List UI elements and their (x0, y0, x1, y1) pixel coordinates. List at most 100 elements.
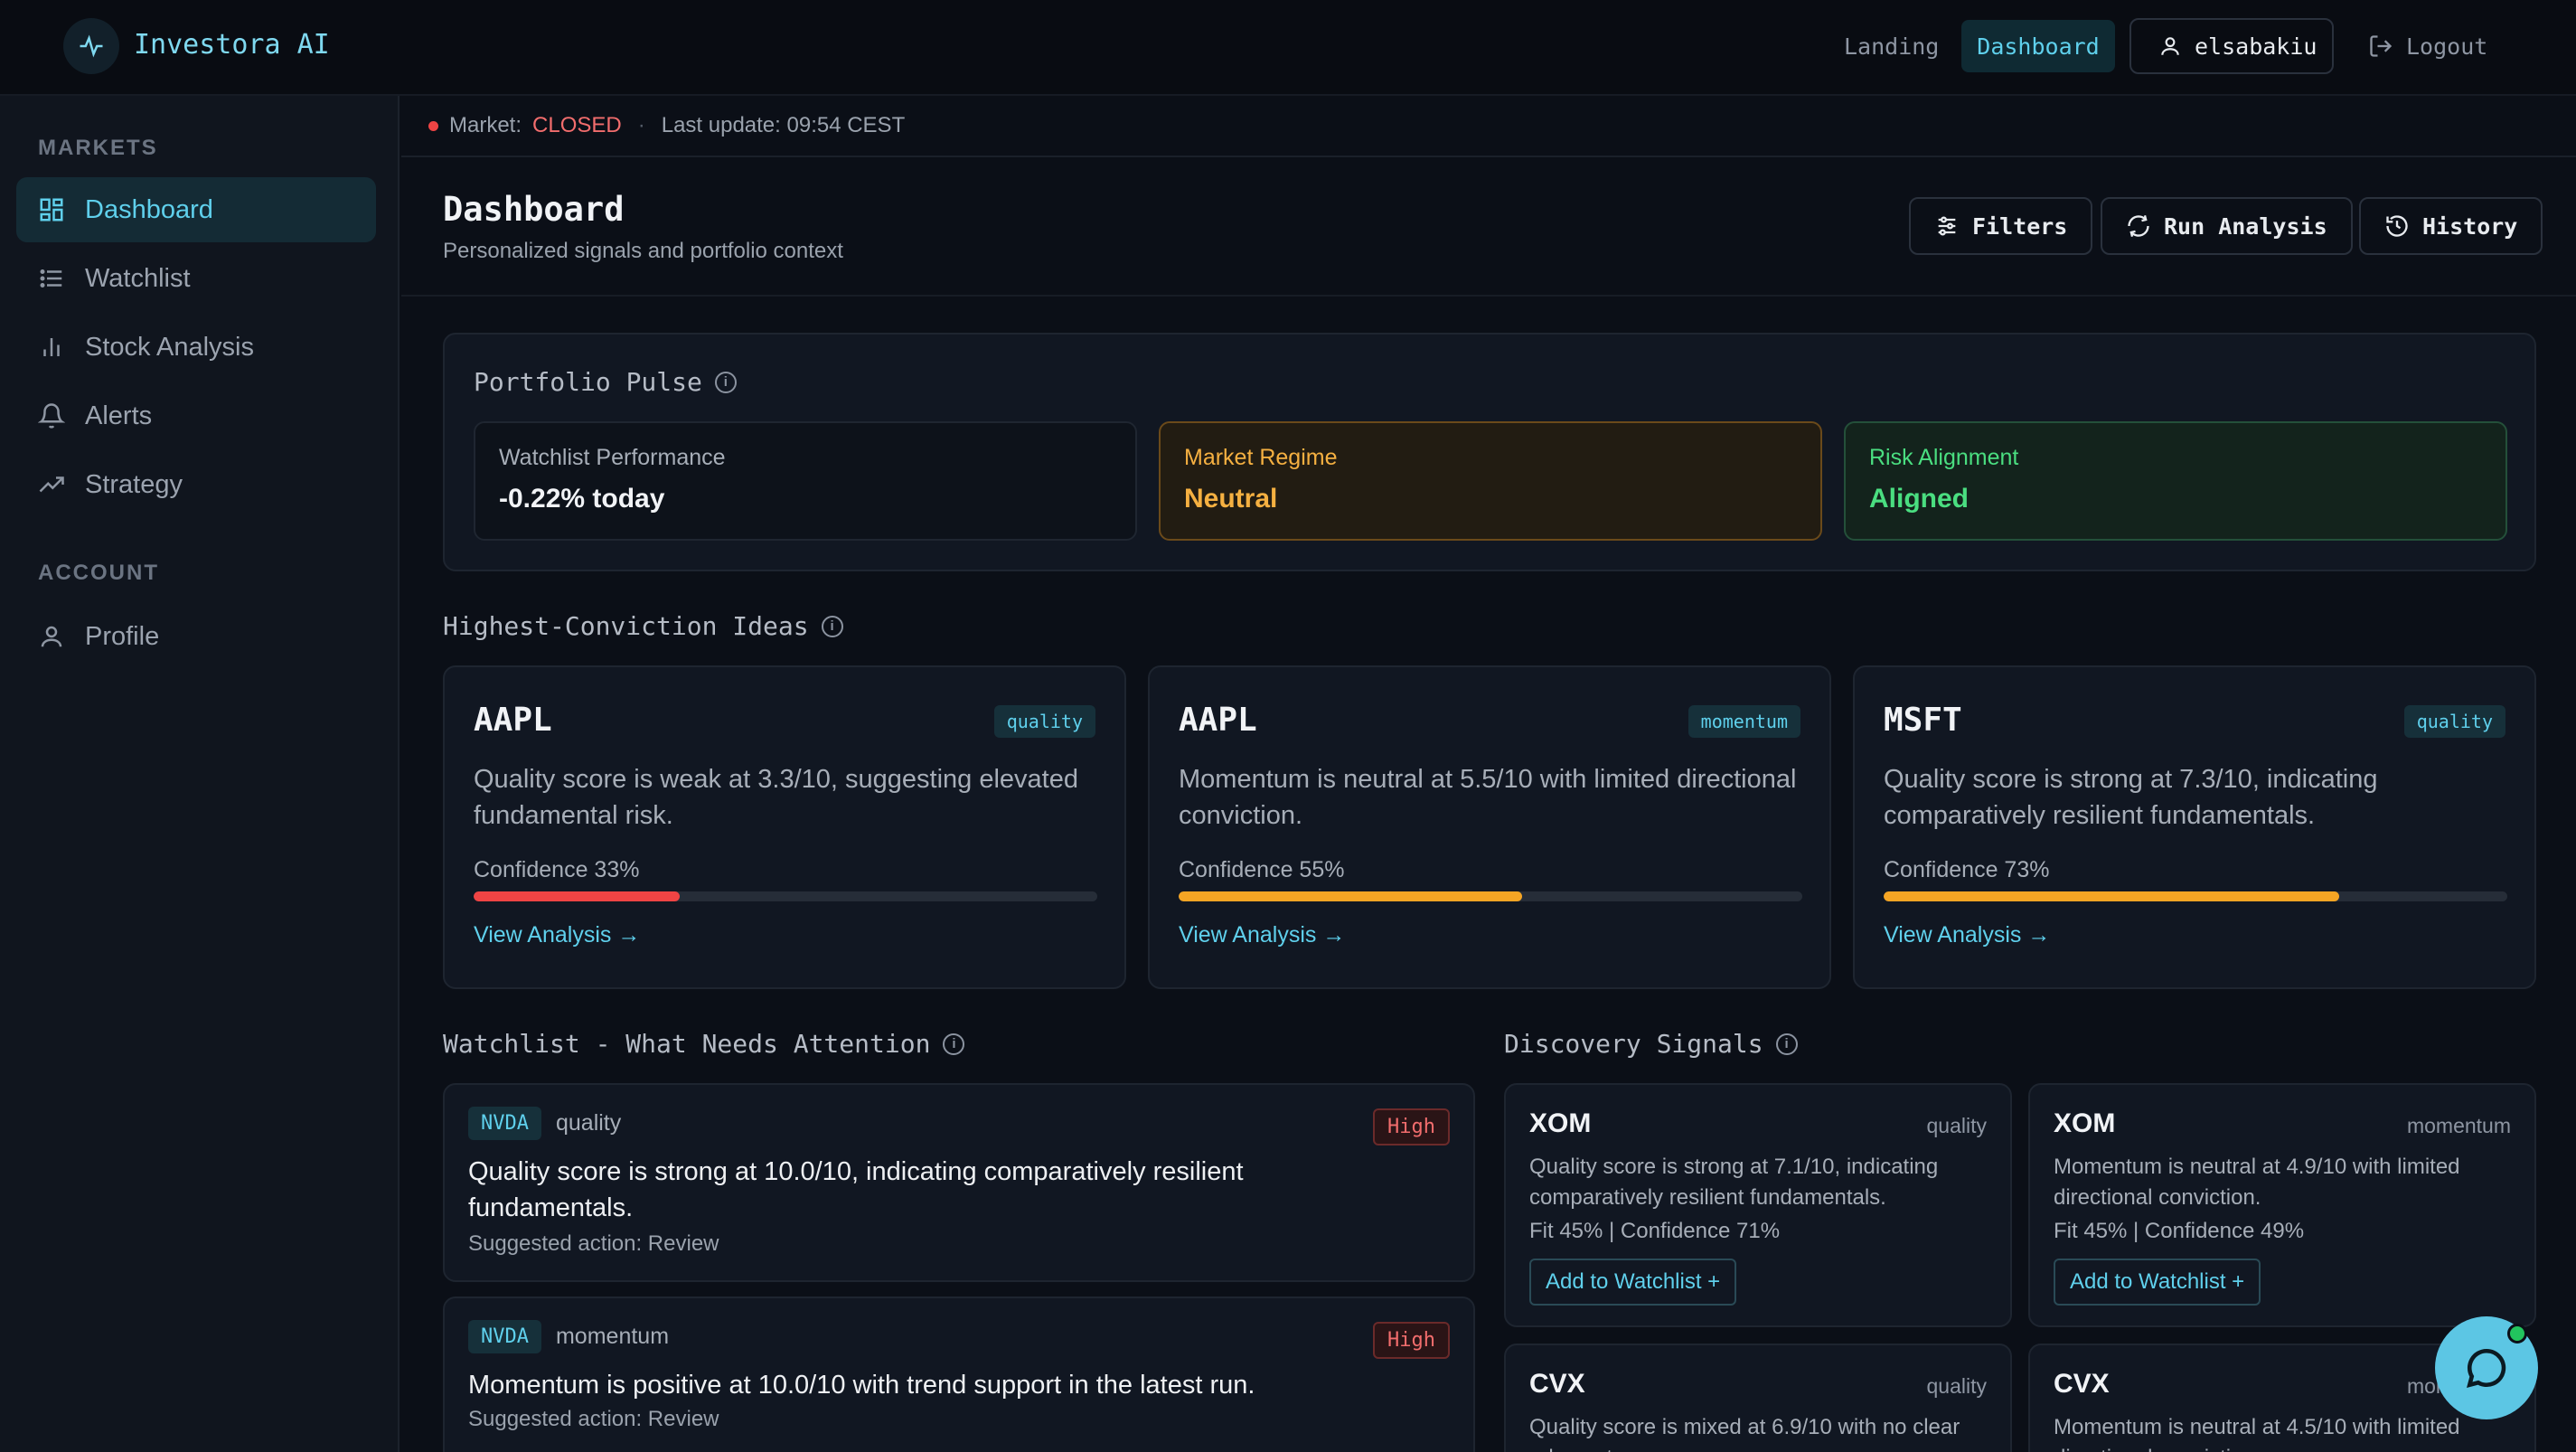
confidence-bar-fill (1179, 891, 1522, 901)
idea-card[interactable]: AAPL quality Quality score is weak at 3.… (443, 665, 1126, 989)
pulse-value: Aligned (1869, 484, 1969, 514)
sidebar-item-dashboard[interactable]: Dashboard (16, 177, 376, 242)
bar-chart-icon (43, 338, 60, 356)
attention-item-header: NVDA momentum (468, 1320, 669, 1353)
sidebar-item-label: Strategy (85, 469, 183, 499)
view-analysis-link[interactable]: View Analysis → (474, 922, 640, 948)
page-header: Dashboard Personalized signals and portf… (401, 157, 2576, 297)
add-to-watchlist-button[interactable]: Add to Watchlist + (2054, 1259, 2261, 1306)
info-icon[interactable]: i (821, 615, 843, 637)
idea-confidence-label: Confidence 73% (1884, 857, 2050, 882)
attention-section-title-text: Watchlist - What Needs Attention (443, 1029, 931, 1059)
sidebar-item-strategy[interactable]: Strategy (16, 452, 376, 517)
ideas-section-title: Highest-Conviction Ideas i (443, 611, 843, 641)
idea-description: Momentum is neutral at 5.5/10 with limit… (1179, 765, 1797, 830)
history-icon (2386, 215, 2408, 237)
filters-label: Filters (1972, 212, 2068, 240)
logout-button[interactable]: Logout (2368, 20, 2487, 72)
severity-badge: High (1373, 1108, 1450, 1146)
discovery-meta: Fit 45% | Confidence 71% (1529, 1219, 1781, 1243)
discovery-signal-type: quality (1926, 1114, 1987, 1137)
sidebar-item-alerts[interactable]: Alerts (16, 383, 376, 448)
sidebar-item-stock-analysis[interactable]: Stock Analysis (16, 315, 376, 380)
signal-type: quality (555, 1110, 622, 1136)
portfolio-pulse-title: Portfolio Pulse i (474, 367, 737, 397)
pulse-logo-icon (63, 18, 119, 74)
discovery-description: Momentum is neutral at 4.9/10 with limit… (2054, 1155, 2460, 1210)
sidebar-item-label: Alerts (85, 401, 153, 430)
suggested-action: Suggested action: Review (468, 1231, 719, 1256)
suggested-action: Suggested action: Review (468, 1407, 719, 1431)
view-analysis-link[interactable]: View Analysis → (1179, 922, 1345, 948)
idea-description: Quality score is weak at 3.3/10, suggest… (474, 765, 1078, 830)
portfolio-pulse-title-text: Portfolio Pulse (474, 367, 702, 397)
history-label: History (2422, 212, 2518, 240)
discovery-section-title-text: Discovery Signals (1504, 1029, 1763, 1059)
pulse-label: Market Regime (1184, 445, 1338, 470)
last-update: Last update: 09:54 CEST (661, 113, 906, 137)
user-menu-button[interactable]: elsabakiu (2129, 18, 2334, 74)
market-status-bar: Market: CLOSED · Last update: 09:54 CEST (401, 96, 2576, 157)
grid-icon (40, 198, 63, 222)
list-icon (40, 269, 62, 288)
sidebar-item-label: Stock Analysis (85, 332, 254, 362)
attention-item[interactable]: NVDA momentum High Momentum is positive … (443, 1296, 1475, 1452)
signal-type: momentum (555, 1324, 670, 1349)
sliders-icon (1938, 216, 1956, 236)
online-status-dot (2507, 1324, 2527, 1344)
watchlist-performance-box: Watchlist Performance -0.22% today (474, 421, 1137, 541)
account-section-label: ACCOUNT (38, 561, 159, 585)
discovery-card: CVX quality Quality score is mixed at 6.… (1504, 1344, 2012, 1452)
idea-confidence-label: Confidence 55% (1179, 857, 1345, 882)
add-to-watchlist-button[interactable]: Add to Watchlist + (1529, 1259, 1737, 1306)
discovery-signal-type: quality (1926, 1374, 1987, 1398)
markets-section-label: MARKETS (38, 136, 158, 160)
discovery-description: Momentum is neutral at 4.5/10 with limit… (2054, 1415, 2460, 1452)
ideas-section-title-text: Highest-Conviction Ideas (443, 611, 809, 641)
discovery-description: Quality score is strong at 7.1/10, indic… (1529, 1155, 1939, 1210)
pulse-value: -0.22% today (499, 484, 665, 514)
idea-badge: quality (2403, 705, 2505, 738)
attention-item-header: NVDA quality (468, 1107, 621, 1140)
user-icon (41, 626, 62, 647)
filters-button[interactable]: Filters (1909, 197, 2093, 255)
attention-section-title: Watchlist - What Needs Attention i (443, 1029, 965, 1059)
nav-landing-link[interactable]: Landing (1844, 20, 1939, 72)
idea-card[interactable]: AAPL momentum Momentum is neutral at 5.5… (1148, 665, 1831, 989)
info-icon[interactable]: i (1775, 1032, 1798, 1055)
confidence-bar (1179, 891, 1802, 901)
run-analysis-button[interactable]: Run Analysis (2101, 197, 2353, 255)
ticker-tag: NVDA (468, 1107, 541, 1140)
discovery-card: XOM quality Quality score is strong at 7… (1504, 1083, 2012, 1327)
portfolio-pulse-card: Portfolio Pulse i Watchlist Performance … (443, 333, 2536, 571)
discovery-card: XOM momentum Momentum is neutral at 4.9/… (2028, 1083, 2536, 1327)
market-status-dot (428, 120, 438, 131)
discovery-signal-type: momentum (2406, 1114, 2511, 1137)
logout-icon (2370, 35, 2393, 57)
page-subtitle: Personalized signals and portfolio conte… (443, 239, 843, 263)
run-analysis-label: Run Analysis (2164, 212, 2327, 240)
idea-description: Quality score is strong at 7.3/10, indic… (1884, 765, 2378, 830)
discovery-ticker: XOM (1529, 1108, 1592, 1138)
sidebar-item-label: Watchlist (85, 263, 191, 293)
idea-badge: momentum (1688, 705, 1800, 738)
nav-dashboard-link[interactable]: Dashboard (1961, 20, 2115, 72)
ticker-tag: NVDA (468, 1320, 541, 1353)
info-icon[interactable]: i (714, 371, 737, 393)
view-analysis-link[interactable]: View Analysis → (1884, 922, 2050, 948)
page-title: Dashboard (443, 190, 625, 229)
username: elsabakiu (2195, 33, 2317, 60)
idea-badge: quality (993, 705, 1095, 738)
app-name[interactable]: Investora AI (134, 29, 330, 61)
market-label: Market: (449, 113, 522, 137)
discovery-meta: Fit 45% | Confidence 49% (2054, 1219, 2305, 1243)
discovery-ticker: CVX (1529, 1369, 1585, 1399)
sidebar-item-profile[interactable]: Profile (16, 604, 376, 669)
pulse-label: Watchlist Performance (499, 445, 726, 470)
sidebar-item-watchlist[interactable]: Watchlist (16, 246, 376, 311)
risk-alignment-box: Risk Alignment Aligned (1844, 421, 2507, 541)
idea-card[interactable]: MSFT quality Quality score is strong at … (1853, 665, 2536, 989)
info-icon[interactable]: i (943, 1032, 965, 1055)
attention-item[interactable]: NVDA quality High Quality score is stron… (443, 1083, 1475, 1282)
history-button[interactable]: History (2359, 197, 2543, 255)
